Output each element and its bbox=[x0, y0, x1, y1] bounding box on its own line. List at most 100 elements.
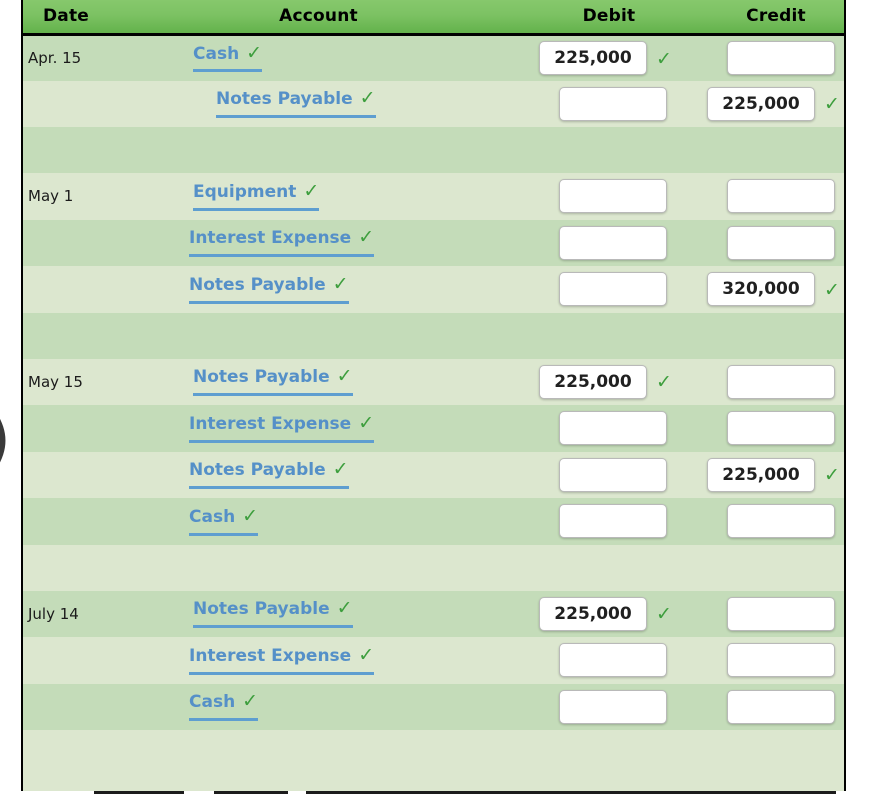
journal-date-cell bbox=[23, 684, 109, 731]
debit-slot bbox=[537, 86, 689, 121]
debit-amount-input[interactable] bbox=[559, 179, 667, 214]
credit-slot bbox=[707, 41, 844, 75]
entry-spacer-row bbox=[23, 544, 844, 591]
header-row: Date Account Debit Credit bbox=[23, 0, 844, 36]
debit-amount-input[interactable] bbox=[559, 411, 667, 446]
journal-date-cell bbox=[23, 637, 109, 684]
credit-amount-input[interactable] bbox=[727, 643, 835, 678]
journal-credit-cell bbox=[698, 637, 844, 684]
journal-line-row: Cash ✓ bbox=[23, 683, 844, 731]
account-select-link[interactable]: Interest Expense ✓ bbox=[189, 411, 375, 443]
journal-line-row: May 15 Notes Payable ✓ 225,000 ✓ bbox=[23, 358, 844, 406]
journal-debit-cell bbox=[528, 405, 698, 452]
spacer-cell bbox=[23, 313, 109, 359]
account-name-label: Equipment bbox=[193, 181, 297, 202]
account-select-link[interactable]: Notes Payable ✓ bbox=[193, 599, 353, 629]
credit-slot bbox=[707, 596, 844, 631]
journal-date-cell: May 1 bbox=[28, 187, 74, 206]
debit-amount-input[interactable]: 225,000 bbox=[539, 41, 647, 75]
account-select-link[interactable]: Cash ✓ bbox=[189, 506, 259, 536]
journal-debit-cell: 225,000 ✓ bbox=[528, 591, 698, 638]
journal-account-cell: Cash ✓ bbox=[109, 498, 528, 545]
debit-amount-input[interactable] bbox=[559, 504, 667, 539]
debit-amount-input[interactable] bbox=[559, 225, 667, 260]
debit-slot bbox=[537, 457, 689, 492]
debit-slot bbox=[537, 643, 689, 678]
journal-date-cell bbox=[23, 81, 109, 128]
credit-amount-input[interactable] bbox=[727, 225, 835, 260]
credit-amount-input[interactable] bbox=[727, 364, 835, 399]
journal-account-cell: Interest Expense ✓ bbox=[109, 637, 528, 684]
credit-amount-input[interactable] bbox=[727, 689, 835, 724]
debit-slot: 225,000 ✓ bbox=[535, 596, 691, 631]
journal-debit-cell: 225,000 ✓ bbox=[528, 359, 698, 406]
credit-amount-input[interactable] bbox=[727, 504, 835, 539]
correct-check-icon: ✓ bbox=[358, 226, 375, 249]
account-select-link[interactable]: Notes Payable ✓ bbox=[189, 460, 349, 490]
correct-check-icon: ✓ bbox=[656, 603, 672, 626]
journal-line-row: Notes Payable ✓ 320,000 ✓ bbox=[23, 266, 844, 313]
account-select-link[interactable]: Cash ✓ bbox=[189, 692, 259, 722]
journal-line-row: Notes Payable ✓ 225,000 ✓ bbox=[23, 451, 844, 499]
debit-amount-input[interactable] bbox=[559, 689, 667, 724]
credit-slot: 225,000 ✓ bbox=[707, 457, 844, 492]
credit-amount-input[interactable] bbox=[727, 41, 835, 75]
spacer-cell bbox=[23, 127, 109, 173]
journal-credit-cell bbox=[698, 220, 844, 267]
spacer-cell bbox=[698, 730, 844, 788]
credit-amount-input[interactable]: 320,000 bbox=[707, 272, 815, 307]
journal-debit-cell bbox=[528, 220, 698, 267]
spacer-cell bbox=[528, 730, 698, 788]
journal-date-cell bbox=[23, 405, 109, 452]
account-select-link[interactable]: Notes Payable ✓ bbox=[216, 87, 376, 119]
spacer-cell bbox=[109, 730, 528, 788]
journal-date-cell bbox=[23, 266, 109, 313]
journal-debit-cell bbox=[528, 81, 698, 128]
journal-account-cell: Interest Expense ✓ bbox=[109, 220, 528, 267]
table-body: Apr. 15 Cash ✓ 225,000 ✓ Notes Payable ✓ 225,00… bbox=[23, 34, 844, 788]
table-header: Date Account Debit Credit bbox=[23, 0, 844, 36]
spacer-cell bbox=[23, 730, 109, 788]
credit-amount-input[interactable] bbox=[727, 596, 835, 631]
credit-slot bbox=[707, 225, 844, 260]
debit-amount-input[interactable] bbox=[559, 86, 667, 121]
debit-amount-input[interactable] bbox=[559, 643, 667, 678]
debit-slot bbox=[537, 411, 689, 446]
credit-amount-input[interactable]: 225,000 bbox=[707, 86, 815, 121]
debit-amount-input[interactable]: 225,000 bbox=[539, 596, 647, 631]
spacer-cell bbox=[528, 313, 698, 359]
spacer-cell bbox=[698, 545, 844, 591]
correct-check-icon: ✓ bbox=[359, 87, 376, 110]
account-select-link[interactable]: Notes Payable ✓ bbox=[189, 274, 349, 304]
credit-amount-input[interactable] bbox=[727, 179, 835, 214]
spacer-cell bbox=[528, 127, 698, 173]
credit-slot: 225,000 ✓ bbox=[707, 86, 844, 121]
journal-account-cell: Cash ✓ bbox=[109, 684, 528, 731]
account-select-link[interactable]: Cash ✓ bbox=[193, 43, 263, 73]
account-select-link[interactable]: Interest Expense ✓ bbox=[189, 226, 375, 258]
correct-check-icon: ✓ bbox=[303, 179, 320, 202]
credit-amount-input[interactable] bbox=[727, 411, 835, 446]
debit-slot bbox=[537, 179, 689, 214]
journal-debit-cell bbox=[528, 173, 698, 220]
debit-amount-input[interactable]: 225,000 bbox=[539, 364, 647, 399]
journal-credit-cell bbox=[698, 405, 844, 452]
debit-amount-input[interactable] bbox=[559, 272, 667, 307]
correct-check-icon: ✓ bbox=[358, 411, 375, 434]
account-select-link[interactable]: Notes Payable ✓ bbox=[193, 367, 353, 397]
journal-entry-table-container: Date Account Debit Credit Apr. 15 Cash ✓ 22… bbox=[21, 0, 846, 791]
journal-debit-cell: 225,000 ✓ bbox=[528, 34, 698, 81]
journal-entry-table: Date Account Debit Credit Apr. 15 Cash ✓ 22… bbox=[23, 0, 844, 788]
account-select-link[interactable]: Equipment ✓ bbox=[193, 179, 320, 211]
credit-amount-input[interactable]: 225,000 bbox=[707, 457, 815, 492]
account-select-link[interactable]: Interest Expense ✓ bbox=[189, 645, 375, 675]
spacer-cell bbox=[109, 313, 528, 359]
journal-date-cell: Apr. 15 bbox=[28, 49, 82, 67]
debit-slot bbox=[537, 504, 689, 539]
account-name-label: Cash bbox=[189, 692, 236, 713]
correct-check-icon: ✓ bbox=[824, 93, 840, 116]
debit-amount-input[interactable] bbox=[559, 457, 667, 492]
journal-date-cell bbox=[23, 452, 109, 499]
journal-date-cell bbox=[23, 220, 109, 267]
journal-line-row: July 14 Notes Payable ✓ 225,000 ✓ bbox=[23, 590, 844, 638]
